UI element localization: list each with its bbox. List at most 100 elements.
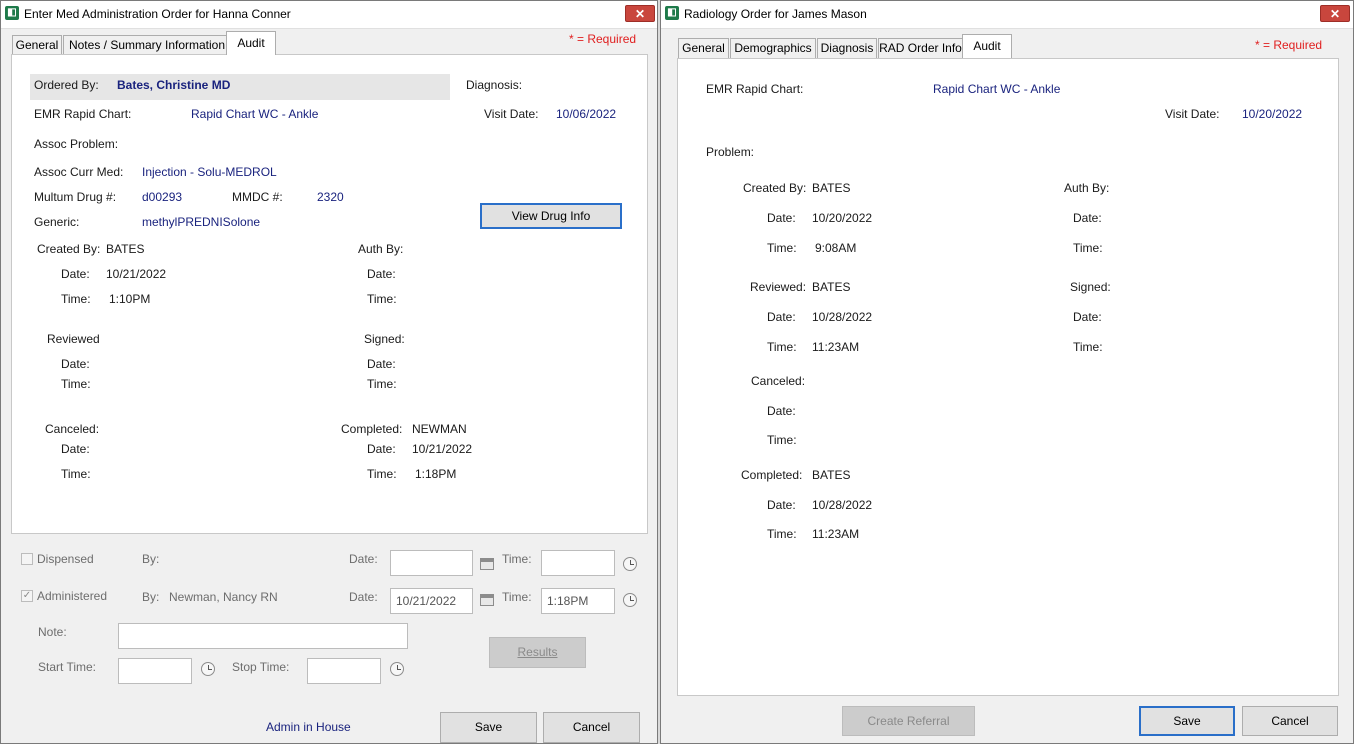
created-by-label: Created By:: [37, 242, 101, 256]
mmdc-value: 2320: [317, 190, 344, 204]
administered-by-value: Newman, Nancy RN: [169, 590, 278, 604]
administered-date-field[interactable]: 10/21/2022: [390, 588, 473, 614]
cancel-button[interactable]: Cancel: [543, 712, 640, 743]
administered-checkbox[interactable]: ✓: [21, 590, 33, 602]
dispensed-time-field[interactable]: [541, 550, 615, 576]
created-by-value: BATES: [812, 181, 851, 195]
created-by-label: Created By:: [743, 181, 807, 195]
generic-value: methylPREDNISolone: [142, 215, 261, 229]
generic-label: Generic:: [34, 215, 80, 229]
signed-label: Signed:: [364, 332, 405, 346]
tab-demographics[interactable]: Demographics: [730, 38, 816, 58]
cancel-button[interactable]: Cancel: [1242, 706, 1338, 736]
auth-date-label: Date:: [1073, 211, 1102, 225]
diagnosis-label: Diagnosis:: [466, 78, 523, 92]
tab-notes-summary[interactable]: Notes / Summary Information: [63, 35, 231, 55]
audit-panel: [11, 54, 648, 534]
tab-diagnosis[interactable]: Diagnosis: [817, 38, 877, 58]
visit-date-value: 10/06/2022: [556, 107, 617, 121]
assoc-curr-med-value: Injection - Solu-MEDROL: [142, 165, 277, 179]
note-label: Note:: [38, 625, 67, 639]
window-title: Enter Med Administration Order for Hanna…: [24, 7, 291, 21]
close-icon[interactable]: ✕: [1320, 5, 1350, 22]
note-field[interactable]: [118, 623, 408, 649]
emr-rapid-chart-value: Rapid Chart WC - Ankle: [933, 82, 1061, 96]
reviewed-time-label: Time:: [767, 340, 797, 354]
title-bar[interactable]: ◧ Enter Med Administration Order for Han…: [1, 1, 657, 29]
app-icon: ◧: [665, 6, 679, 20]
dispensed-label: Dispensed: [37, 552, 94, 566]
canceled-time-label: Time:: [767, 433, 797, 447]
reviewed-value: BATES: [812, 280, 851, 294]
administered-time-field[interactable]: 1:18PM: [541, 588, 615, 614]
title-bar[interactable]: ◧ Radiology Order for James Mason ✕: [661, 1, 1353, 29]
created-by-value: BATES: [106, 242, 145, 256]
completed-date-label: Date:: [767, 498, 796, 512]
reviewed-date-value: 10/28/2022: [812, 310, 873, 324]
start-time-field[interactable]: [118, 658, 192, 684]
close-icon[interactable]: ✕: [625, 5, 655, 22]
administered-date-label: Date:: [349, 590, 378, 604]
completed-time-value: 11:23AM: [812, 527, 860, 541]
administered-by-label: By:: [142, 590, 160, 604]
save-button[interactable]: Save: [1139, 706, 1235, 736]
emr-rapid-chart-value: Rapid Chart WC - Ankle: [191, 107, 319, 121]
dispensed-checkbox[interactable]: [21, 553, 33, 565]
signed-time-label: Time:: [1073, 340, 1103, 354]
signed-date-label: Date:: [1073, 310, 1102, 324]
auth-date-label: Date:: [367, 267, 396, 281]
created-date-value: 10/21/2022: [106, 267, 167, 281]
completed-date-value: 10/21/2022: [412, 442, 473, 456]
stop-time-label: Stop Time:: [232, 660, 290, 674]
auth-time-label: Time:: [1073, 241, 1103, 255]
created-date-value: 10/20/2022: [812, 211, 873, 225]
reviewed-label: Reviewed:: [750, 280, 807, 294]
reviewed-date-label: Date:: [767, 310, 796, 324]
results-button[interactable]: Results: [489, 637, 586, 668]
stop-time-field[interactable]: [307, 658, 381, 684]
calendar-icon[interactable]: [480, 558, 494, 570]
signed-label: Signed:: [1070, 280, 1111, 294]
create-referral-button[interactable]: Create Referral: [842, 706, 975, 736]
clock-icon[interactable]: [623, 557, 637, 571]
radiology-order-window: ◧ Radiology Order for James Mason ✕ Gene…: [660, 0, 1354, 744]
completed-value: NEWMAN: [412, 422, 467, 436]
clock-icon[interactable]: [201, 662, 215, 676]
save-button[interactable]: Save: [440, 712, 537, 743]
dispensed-date-field[interactable]: [390, 550, 473, 576]
multum-drug-label: Multum Drug #:: [34, 190, 117, 204]
app-icon: ◧: [5, 6, 19, 20]
problem-label: Problem:: [706, 145, 755, 159]
completed-label: Completed:: [341, 422, 403, 436]
administered-time-label: Time:: [502, 590, 532, 604]
assoc-curr-med-label: Assoc Curr Med:: [34, 165, 124, 179]
dispensed-date-label: Date:: [349, 552, 378, 566]
required-note: * = Required: [569, 32, 637, 46]
completed-date-label: Date:: [367, 442, 396, 456]
tab-rad-order-info[interactable]: RAD Order Info: [878, 38, 963, 58]
emr-rapid-chart-label: EMR Rapid Chart:: [34, 107, 132, 121]
ordered-by-value: Bates, Christine MD: [117, 78, 231, 92]
emr-rapid-chart-label: EMR Rapid Chart:: [706, 82, 804, 96]
clock-icon[interactable]: [623, 593, 637, 607]
dispensed-by-label: By:: [142, 552, 160, 566]
view-drug-info-button[interactable]: View Drug Info: [480, 203, 622, 229]
med-admin-window: ◧ Enter Med Administration Order for Han…: [0, 0, 658, 744]
ordered-by-label: Ordered By:: [34, 78, 99, 92]
clock-icon[interactable]: [390, 662, 404, 676]
visit-date-value: 10/20/2022: [1242, 107, 1303, 121]
auth-by-label: Auth By:: [1064, 181, 1110, 195]
canceled-time-label: Time:: [61, 467, 91, 481]
required-note: * = Required: [1255, 38, 1323, 52]
administered-label: Administered: [37, 589, 108, 603]
created-time-label: Time:: [767, 241, 797, 255]
canceled-date-label: Date:: [61, 442, 90, 456]
dispensed-time-label: Time:: [502, 552, 532, 566]
tab-general[interactable]: General: [678, 38, 729, 58]
calendar-icon[interactable]: [480, 594, 494, 606]
completed-label: Completed:: [741, 468, 803, 482]
tab-audit[interactable]: Audit: [226, 31, 276, 55]
tab-general[interactable]: General: [12, 35, 62, 55]
mmdc-label: MMDC #:: [232, 190, 283, 204]
tab-audit[interactable]: Audit: [962, 34, 1012, 58]
